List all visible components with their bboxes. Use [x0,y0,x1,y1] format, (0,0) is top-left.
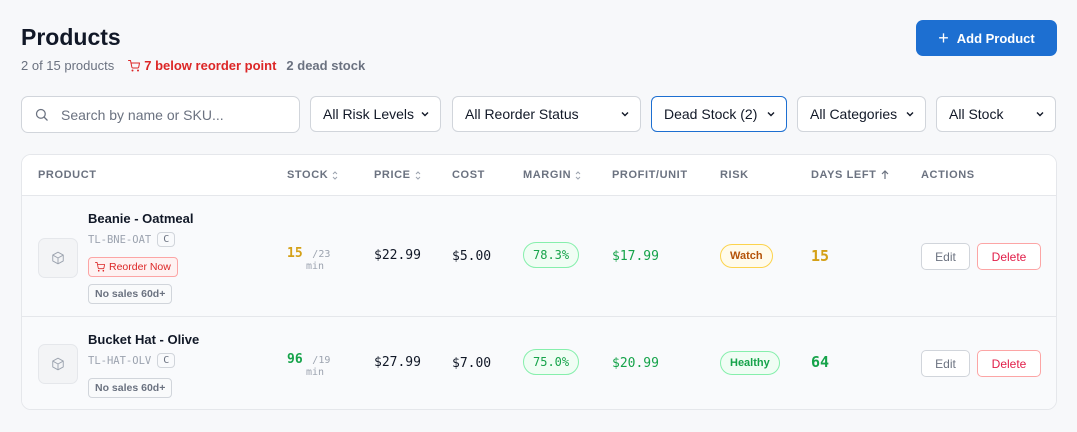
product-sku: TL-HAT-OLV C [88,353,176,368]
stock-filter-select[interactable]: All Stock [936,96,1056,132]
box-icon [38,238,78,278]
cart-icon [95,262,105,272]
column-price-label: PRICE [374,169,411,181]
stock-filter-value: All Stock [949,106,1004,122]
delete-button[interactable]: Delete [977,243,1041,270]
column-stock-label: STOCK [287,169,329,181]
column-cost: COST [452,169,485,181]
category-filter-value: All Categories [810,106,898,122]
column-price[interactable]: PRICE [374,169,421,181]
risk-filter-value: All Risk Levels [323,106,415,122]
column-actions: ACTIONS [921,169,975,181]
reorder-alert[interactable]: 7 below reorder point [128,58,276,73]
risk-badge: Watch [720,244,773,268]
category-badge: C [157,232,176,247]
margin-badge: 78.3% [523,242,580,268]
stock-min-value: /19 [312,355,331,366]
sku-text: TL-HAT-OLV [88,354,152,367]
product-name[interactable]: Bucket Hat - Olive [88,332,199,347]
edit-button[interactable]: Edit [921,350,970,377]
column-days-left-label: DAYS LEFT [811,169,877,181]
products-table: PRODUCT STOCK PRICE COST MARGIN PROFIT/U… [21,154,1057,410]
stock-cell: 96 /19 min [287,348,330,378]
reorder-filter-value: All Reorder Status [465,106,579,122]
reorder-now-badge: Reorder Now [88,257,178,277]
product-count: 2 of 15 products [21,58,115,73]
stock-qty: 96 [287,352,303,367]
page-title: Products [21,24,121,50]
price-cell: $27.99 [374,355,421,370]
chevron-down-icon [421,112,429,117]
table-row: Bucket Hat - Olive TL-HAT-OLV C No sales… [22,317,1056,409]
column-margin-label: MARGIN [523,169,572,181]
search-icon [35,108,48,121]
table-row: Beanie - Oatmeal TL-BNE-OAT C Reorder No… [22,196,1056,317]
chevron-down-icon [1036,112,1044,117]
cost-cell: $5.00 [452,249,492,264]
column-stock[interactable]: STOCK [287,169,338,181]
search-input[interactable] [61,106,281,123]
no-sales-badge: No sales 60d+ [88,284,173,304]
box-icon [38,344,78,384]
no-sales-badge: No sales 60d+ [88,378,173,398]
category-filter-select[interactable]: All Categories [797,96,926,132]
price-cell: $22.99 [374,248,421,263]
margin-badge: 75.0% [523,349,580,375]
cart-icon [128,59,141,71]
chevron-down-icon [621,112,629,117]
cost-cell: $7.00 [452,356,492,371]
stock-min-label: min [306,367,325,378]
sort-icon [332,170,338,180]
delete-button[interactable]: Delete [977,350,1041,377]
dead-stock-filter-value: Dead Stock (2) [664,106,758,122]
column-risk: RISK [720,169,749,181]
sku-text: TL-BNE-OAT [88,233,152,246]
category-badge: C [157,353,176,368]
sort-icon [575,170,581,180]
add-product-label: Add Product [956,30,1035,46]
dead-stock-filter-select[interactable]: Dead Stock (2) [651,96,787,132]
plus-icon: + [938,28,949,48]
profit-cell: $17.99 [612,249,659,264]
stock-min-value: /23 [312,249,331,260]
chevron-down-icon [906,112,914,117]
add-product-button[interactable]: + Add Product [916,20,1057,56]
stock-qty: 15 [287,246,303,261]
product-sku: TL-BNE-OAT C [88,232,176,247]
reorder-alert-label: 7 below reorder point [144,58,277,73]
edit-button[interactable]: Edit [921,243,970,270]
column-margin[interactable]: MARGIN [523,169,581,181]
risk-badge: Healthy [720,351,780,375]
sort-icon [415,170,420,180]
search-box[interactable] [21,96,300,133]
arrow-up-icon [881,170,888,179]
stock-cell: 15 /23 min [287,242,330,272]
profit-cell: $20.99 [612,356,659,371]
table-header: PRODUCT STOCK PRICE COST MARGIN PROFIT/U… [22,155,1056,196]
reorder-filter-select[interactable]: All Reorder Status [452,96,641,132]
summary-line: 2 of 15 products 7 below reorder point 2… [21,58,365,73]
days-left-cell: 64 [811,353,830,371]
chevron-down-icon [767,112,775,117]
column-days-left[interactable]: DAYS LEFT [811,169,889,181]
stock-min-label: min [306,261,325,272]
product-name[interactable]: Beanie - Oatmeal [88,211,194,226]
column-profit: PROFIT/UNIT [612,169,688,181]
days-left-cell: 15 [811,247,830,265]
dead-stock-alert[interactable]: 2 dead stock [286,58,365,73]
risk-filter-select[interactable]: All Risk Levels [310,96,441,132]
reorder-now-label: Reorder Now [109,261,171,273]
column-product: PRODUCT [38,169,97,181]
filter-bar: All Risk Levels All Reorder Status Dead … [21,96,1056,133]
